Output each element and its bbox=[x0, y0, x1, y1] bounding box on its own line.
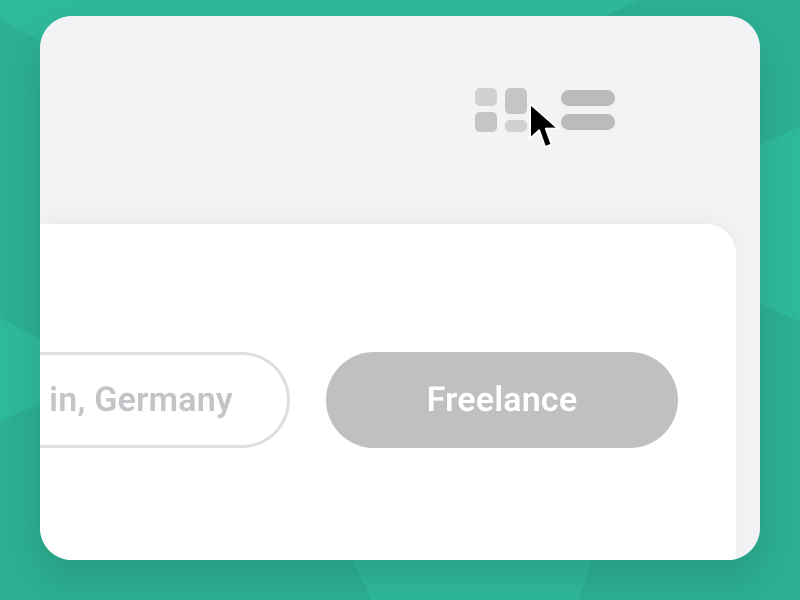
location-chip-label: in, Germany bbox=[49, 380, 233, 420]
view-toggle-group bbox=[475, 88, 615, 132]
content-card: in, Germany Freelance bbox=[40, 224, 736, 560]
header bbox=[40, 16, 760, 224]
grid-view-icon[interactable] bbox=[475, 88, 527, 132]
type-chip[interactable]: Freelance bbox=[326, 352, 678, 448]
location-chip[interactable]: in, Germany bbox=[40, 352, 290, 448]
filter-chips: in, Germany Freelance bbox=[40, 352, 678, 448]
type-chip-label: Freelance bbox=[427, 380, 578, 420]
main-panel: in, Germany Freelance bbox=[40, 16, 760, 560]
list-view-icon[interactable] bbox=[561, 90, 615, 130]
